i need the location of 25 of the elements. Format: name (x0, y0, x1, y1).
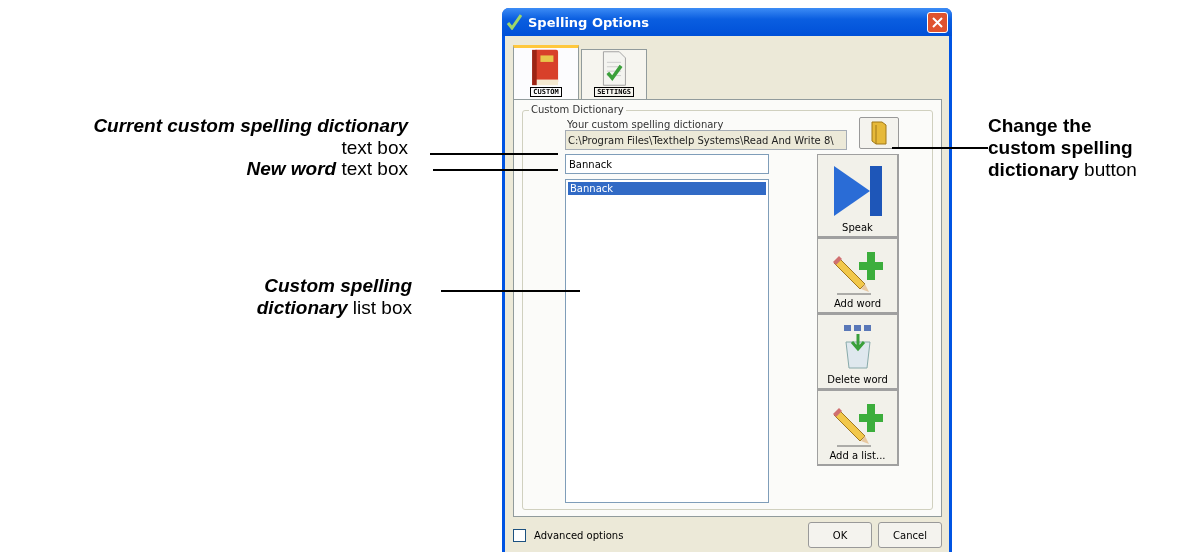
add-button[interactable]: Add a list... (817, 390, 899, 466)
window-title: Spelling Options (528, 14, 650, 30)
new-word-field[interactable]: Bannack (565, 154, 769, 174)
checkmark-icon (506, 14, 522, 30)
close-icon (932, 16, 943, 28)
pencil-plus-icon (832, 402, 883, 448)
field-label: Your custom spelling dictionary (567, 119, 725, 130)
dialog-button[interactable]: Cancel (878, 522, 942, 548)
group-title: Custom Dictionary (529, 104, 626, 115)
path-field[interactable]: C:\Program Files\Texthelp Systems\Read And Write 8\ (565, 130, 847, 150)
close-button[interactable] (927, 11, 948, 33)
callout-label: New word text box (245, 158, 408, 180)
checkbox-label: Advanced options (534, 529, 624, 541)
list-item[interactable]: Bannack (568, 182, 766, 195)
pencil-plus-icon (832, 250, 883, 296)
dialog-button[interactable]: OK (808, 522, 872, 548)
speak-button[interactable]: Speak (817, 154, 899, 238)
change-dictionary-button[interactable] (859, 117, 899, 149)
book-icon (870, 120, 888, 146)
delete-button[interactable]: Delete word (817, 314, 899, 390)
callout-label: Custom spelling dictionary list box (255, 275, 412, 319)
word-list[interactable]: Bannack (565, 179, 769, 503)
callout-label: Change the custom spelling dictionary button (988, 115, 1138, 181)
checkbox[interactable] (513, 528, 526, 542)
add-button[interactable]: Add word (817, 238, 899, 314)
